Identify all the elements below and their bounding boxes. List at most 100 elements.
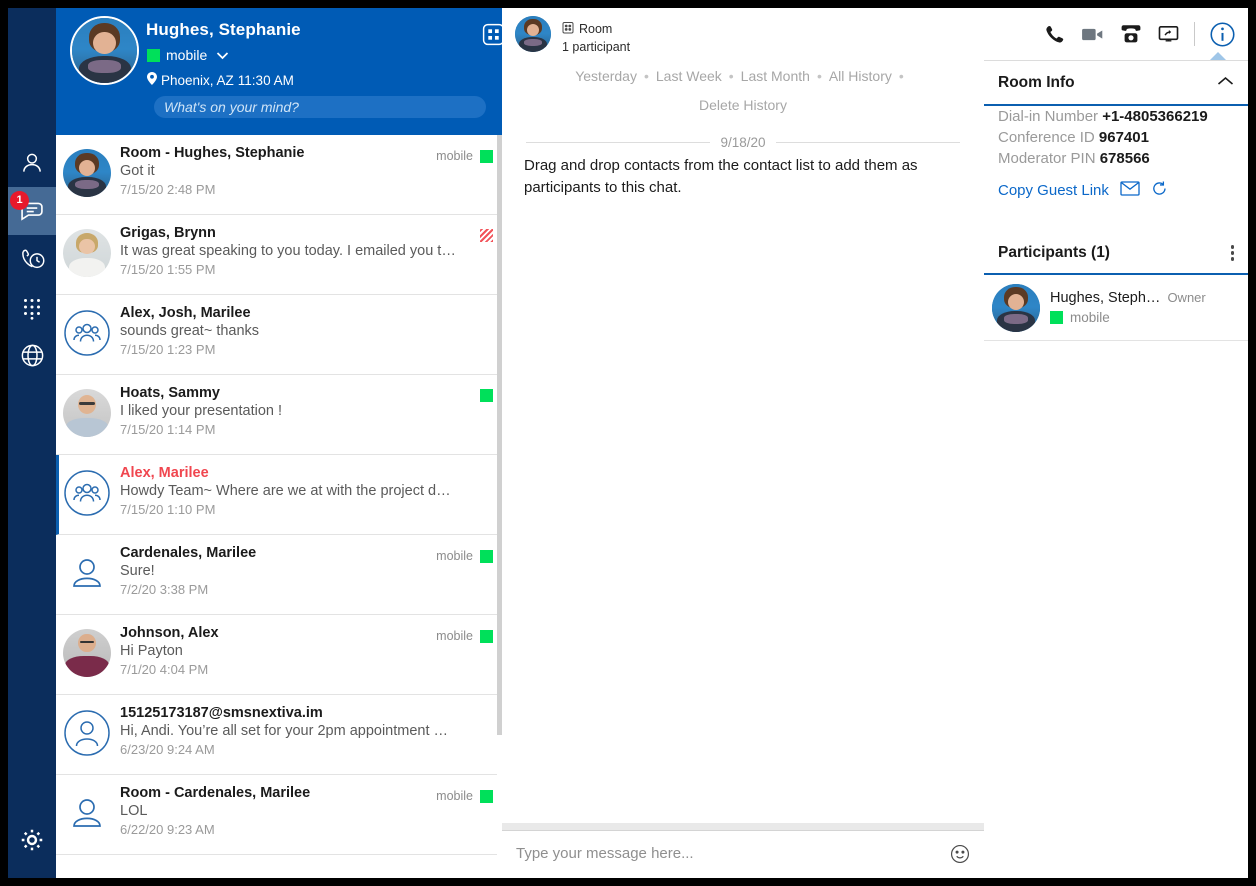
mood-input[interactable]: What's on your mind? <box>154 96 486 118</box>
history-filter-last-week[interactable]: Last Week <box>656 68 722 84</box>
avatar <box>63 789 111 837</box>
chat-list-item[interactable]: Johnson, AlexHi Payton7/1/20 4:04 PMmobi… <box>56 615 502 695</box>
apps-grid-icon <box>481 22 502 47</box>
room-info-section-header[interactable]: Room Info <box>984 60 1248 106</box>
regenerate-guest-link-button[interactable] <box>1151 180 1168 201</box>
sidebar-item-call-history[interactable] <box>8 235 56 283</box>
info-icon <box>1209 21 1236 48</box>
chat-list-item[interactable]: Alex, Josh, Marileesounds great~ thanks7… <box>56 295 502 375</box>
history-filter-yesterday[interactable]: Yesterday <box>575 68 637 84</box>
participant-row[interactable]: Hughes, Steph… Owner mobile <box>984 275 1248 341</box>
message-input[interactable]: Type your message here... <box>516 845 694 862</box>
chat-item-title: Alex, Marilee <box>120 465 450 481</box>
email-guest-link-button[interactable] <box>1120 181 1140 200</box>
group-icon <box>63 309 111 357</box>
participant-role: Owner <box>1167 290 1205 305</box>
sidebar-item-dialpad[interactable] <box>8 283 56 331</box>
contacts-icon <box>19 150 45 176</box>
chevron-up-icon[interactable] <box>1217 74 1234 92</box>
avatar <box>63 149 111 197</box>
avatar <box>63 709 111 757</box>
chat-item-time: 7/1/20 4:04 PM <box>120 662 502 677</box>
avatar <box>63 469 111 517</box>
group-icon <box>63 469 111 517</box>
chat-item-preview: Got it <box>120 163 458 179</box>
participant-status-indicator <box>1050 311 1063 324</box>
participant-name: Hughes, Steph… <box>1050 290 1160 306</box>
history-filter-all-history[interactable]: All History <box>829 68 892 84</box>
dnd-status-indicator <box>480 229 493 242</box>
app-window: 1 <box>0 0 1256 886</box>
chat-item-status <box>480 389 493 402</box>
chat-list-item[interactable]: 15125173187@smsnextiva.imHi, Andi. You’r… <box>56 695 502 775</box>
avatar <box>63 309 111 357</box>
chat-list-item[interactable]: Hoats, SammyI liked your presentation !7… <box>56 375 502 455</box>
conversation-body: Yesterday•Last Week•Last Month•All Histo… <box>502 60 984 830</box>
chat-list-item[interactable]: Cardenales, MarileeSure!7/2/20 3:38 PMmo… <box>56 535 502 615</box>
participants-menu-button[interactable] <box>1231 245 1235 261</box>
status-indicator <box>480 790 493 803</box>
room-info-button[interactable] <box>1209 21 1236 48</box>
chat-item-device: mobile <box>436 549 473 563</box>
page-title: Hughes, Stephanie <box>146 20 301 40</box>
chat-item-title: Hoats, Sammy <box>120 385 450 401</box>
apps-grid-button[interactable] <box>481 22 502 52</box>
conversation-type-label: Room <box>579 22 612 36</box>
sidebar-item-contacts[interactable] <box>8 139 56 187</box>
chat-item-preview: Hi, Andi. You’re all set for your 2pm ap… <box>120 723 458 739</box>
presence-selector[interactable]: mobile <box>147 47 229 63</box>
chat-list-item[interactable]: Alex, MarileeHowdy Team~ Where are we at… <box>56 455 502 535</box>
message-composer: Type your message here... <box>502 830 984 878</box>
video-call-button[interactable] <box>1080 22 1105 47</box>
location-text: Phoenix, AZ <box>161 73 234 88</box>
dialpad-icon <box>19 294 45 320</box>
phone-call-button[interactable] <box>1043 23 1066 46</box>
chevron-down-icon <box>216 47 229 63</box>
call-history-icon <box>19 246 46 273</box>
dial-in-value: +1-4805366219 <box>1102 108 1208 125</box>
chat-item-time: 7/15/20 2:48 PM <box>120 182 502 197</box>
sidebar-item-settings[interactable] <box>8 816 56 864</box>
copy-guest-link-button[interactable]: Copy Guest Link <box>998 182 1109 199</box>
status-indicator <box>480 389 493 402</box>
delete-history-button[interactable]: Delete History <box>699 97 787 113</box>
composer-divider <box>502 823 984 830</box>
chat-item-preview: Hi Payton <box>120 643 458 659</box>
chat-item-preview: LOL <box>120 803 458 819</box>
date-separator-label: 9/18/20 <box>720 135 765 150</box>
chat-list-item[interactable]: Room - Hughes, StephanieGot it7/15/20 2:… <box>56 135 502 215</box>
moderator-pin-row: Moderator PIN 678566 <box>998 150 1248 167</box>
avatar <box>63 549 111 597</box>
chat-list[interactable]: Room - Hughes, StephanieGot it7/15/20 2:… <box>56 135 502 878</box>
chat-item-title: Grigas, Brynn <box>120 225 450 241</box>
dial-in-row: Dial-in Number +1-4805366219 <box>998 108 1248 125</box>
phone-icon <box>1043 23 1066 46</box>
history-filter-last-month[interactable]: Last Month <box>741 68 810 84</box>
screen-share-button[interactable] <box>1157 23 1180 46</box>
person-circle-icon <box>63 709 111 757</box>
sidebar-item-chat[interactable]: 1 <box>8 187 56 235</box>
chat-list-item[interactable]: Room - Cardenales, MarileeLOL6/22/20 9:2… <box>56 775 502 855</box>
envelope-icon <box>1120 181 1140 196</box>
chat-item-status <box>480 229 493 242</box>
date-separator: 9/18/20 <box>526 135 960 150</box>
avatar[interactable] <box>70 16 139 85</box>
avatar <box>63 229 111 277</box>
conference-id-label: Conference ID <box>998 129 1095 146</box>
room-details: Dial-in Number +1-4805366219 Conference … <box>984 108 1248 201</box>
conference-phone-icon <box>1119 22 1143 46</box>
conference-call-button[interactable] <box>1119 22 1143 46</box>
conversation-header: Room 1 participant <box>502 8 984 60</box>
status-indicator <box>480 150 493 163</box>
chat-item-title: Johnson, Alex <box>120 625 450 641</box>
sidebar-item-globe[interactable] <box>8 331 56 379</box>
person-icon <box>65 791 109 835</box>
moderator-pin-value: 678566 <box>1100 150 1150 167</box>
participant-device: mobile <box>1070 310 1110 325</box>
participants-title: Participants (1) <box>998 244 1110 262</box>
local-time: 11:30 AM <box>238 73 294 88</box>
emoji-icon <box>949 843 971 865</box>
chat-list-item[interactable]: Grigas, BrynnIt was great speaking to yo… <box>56 215 502 295</box>
room-info-panel: Room Info Dial-in Number +1-4805366219 C… <box>984 8 1248 878</box>
emoji-button[interactable] <box>949 843 971 870</box>
